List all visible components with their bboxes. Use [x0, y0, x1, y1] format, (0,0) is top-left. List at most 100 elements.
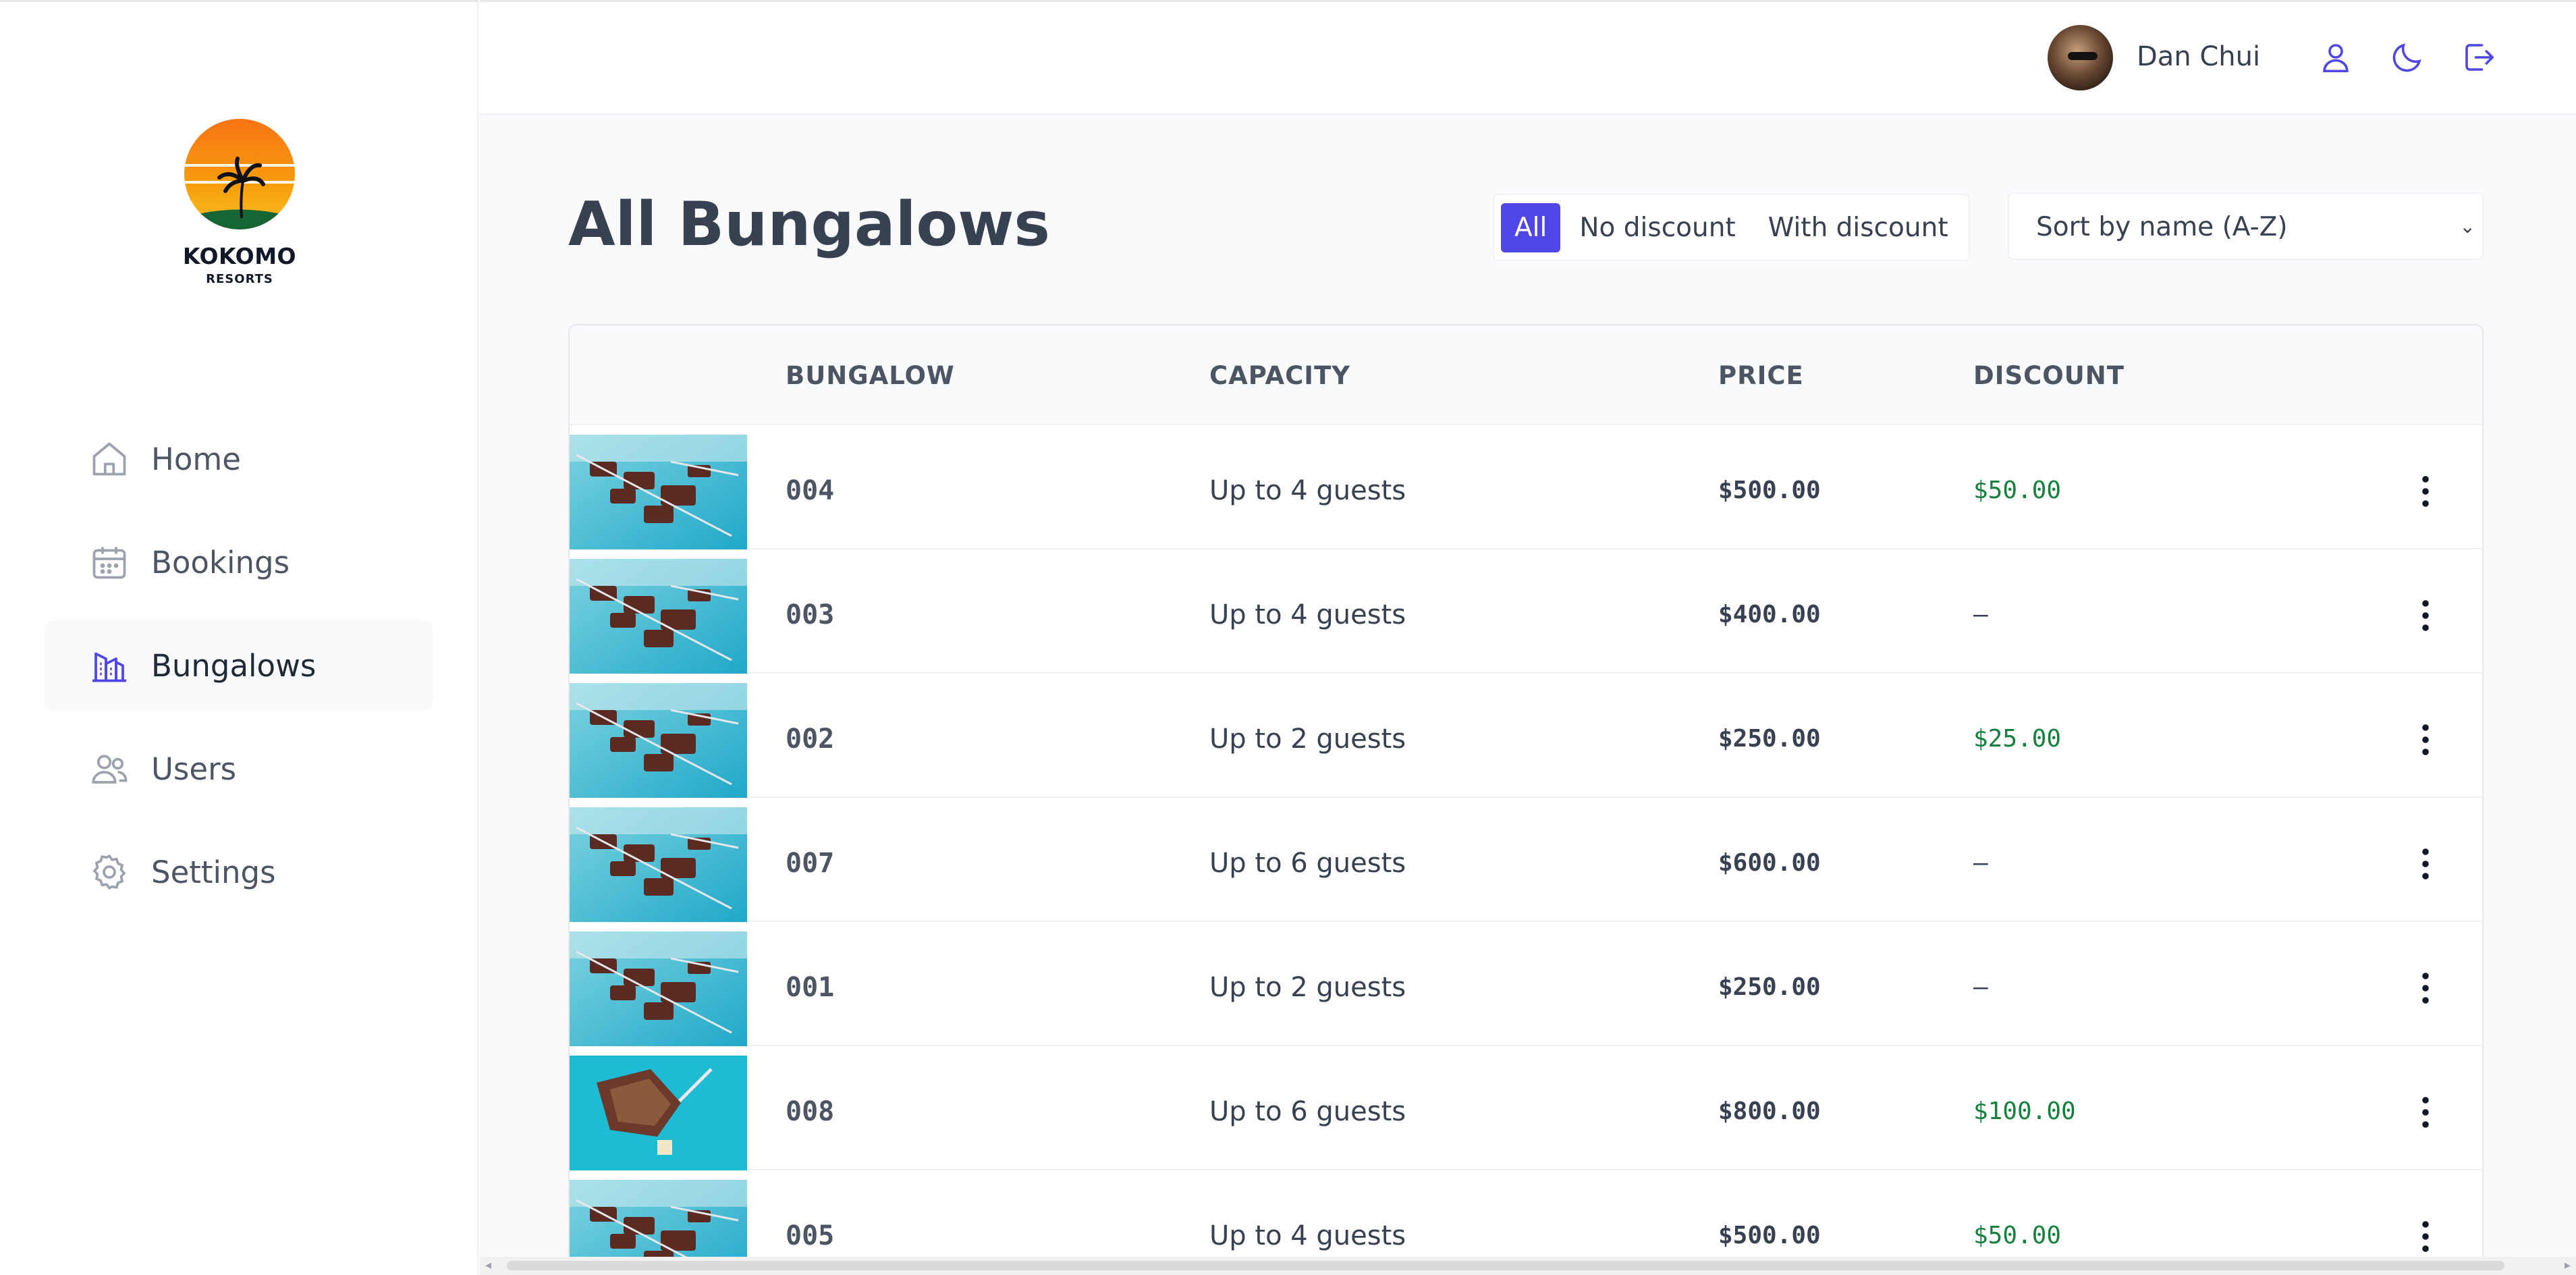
sidebar-item-home[interactable]: Home — [45, 414, 433, 504]
top-header: Dan Chui — [480, 0, 2576, 115]
sidebar-item-label: Settings — [151, 854, 276, 890]
chevron-down-icon: ⌄ — [2459, 215, 2475, 238]
sidebar: KOKOMO RESORTS Home Bookings Bungalows U… — [0, 0, 478, 1275]
sort-selected-value: Sort by name (A-Z) — [2036, 212, 2288, 242]
more-vertical-icon — [2422, 724, 2429, 755]
avatar[interactable] — [2048, 25, 2113, 90]
bungalow-capacity: Up to 4 guests — [1209, 475, 1406, 506]
more-vertical-icon — [2422, 973, 2429, 1004]
header-bungalow: BUNGALOW — [786, 361, 955, 390]
bungalow-capacity: Up to 6 guests — [1209, 848, 1406, 879]
brand-subtitle: RESORTS — [206, 272, 273, 286]
bungalow-image — [570, 1056, 747, 1176]
more-vertical-icon — [2422, 476, 2429, 507]
bungalow-price: $800.00 — [1718, 1097, 1821, 1125]
sidebar-item-bookings[interactable]: Bookings — [45, 517, 433, 607]
scroll-right-icon[interactable]: ▸ — [2565, 1258, 2571, 1272]
home-icon — [89, 439, 130, 479]
sidebar-item-label: Bookings — [151, 544, 290, 580]
discount-filter: All No discount With discount — [1493, 194, 1970, 261]
bungalow-image — [570, 807, 747, 927]
bungalow-capacity: Up to 4 guests — [1209, 599, 1406, 630]
bungalow-price: $500.00 — [1718, 477, 1821, 504]
bungalow-discount: — — [1973, 849, 1988, 877]
more-vertical-icon — [2422, 848, 2429, 879]
sidebar-item-users[interactable]: Users — [45, 724, 433, 814]
bungalow-discount: $25.00 — [1973, 725, 2062, 753]
table-row: 002 Up to 2 guests $250.00 $25.00 — [570, 674, 2482, 803]
header-capacity: CAPACITY — [1209, 361, 1351, 390]
filter-no-discount-button[interactable]: No discount — [1566, 203, 1749, 252]
bungalow-name: 003 — [786, 599, 835, 630]
page-title: All Bungalows — [568, 189, 1050, 260]
gear-icon — [89, 852, 130, 892]
bungalow-name: 004 — [786, 475, 835, 506]
bungalow-name: 005 — [786, 1220, 835, 1251]
brand-logo[interactable]: KOKOMO RESORTS — [182, 117, 297, 292]
scroll-left-icon[interactable]: ◂ — [485, 1258, 491, 1272]
more-vertical-icon — [2422, 1097, 2429, 1128]
bungalow-name: 001 — [786, 972, 835, 1003]
brand-name: KOKOMO — [182, 243, 297, 269]
bungalow-image — [570, 931, 747, 1052]
more-vertical-icon — [2422, 600, 2429, 631]
sidebar-item-settings[interactable]: Settings — [45, 827, 433, 917]
row-actions-button[interactable] — [2412, 968, 2439, 1008]
bungalow-capacity: Up to 2 guests — [1209, 724, 1406, 755]
sidebar-item-label: Home — [151, 441, 241, 477]
bungalow-discount: — — [1973, 601, 1988, 628]
bungalow-image — [570, 559, 747, 679]
sidebar-item-label: Users — [151, 751, 237, 787]
logout-icon — [2465, 44, 2494, 71]
row-actions-button[interactable] — [2412, 1216, 2439, 1257]
header-price: PRICE — [1718, 361, 1804, 390]
bungalow-discount: — — [1973, 973, 1988, 1001]
bungalow-price: $250.00 — [1718, 973, 1821, 1001]
bungalow-capacity: Up to 6 guests — [1209, 1096, 1406, 1127]
sort-select[interactable]: Sort by name (A-Z) ⌄ — [2008, 192, 2484, 260]
sidebar-nav: Home Bookings Bungalows Users Settings — [45, 414, 433, 930]
user-name: Dan Chui — [2137, 41, 2261, 72]
bungalow-discount: $100.00 — [1973, 1097, 2076, 1125]
bungalow-image — [570, 683, 747, 803]
bungalows-table: BUNGALOW CAPACITY PRICE DISCOUNT 004 Up t… — [568, 324, 2484, 1275]
scrollbar-thumb[interactable] — [507, 1261, 2504, 1270]
table-row: 007 Up to 6 guests $600.00 — — [570, 798, 2482, 927]
app-root: KOKOMO RESORTS Home Bookings Bungalows U… — [0, 0, 2576, 1275]
table-row: 008 Up to 6 guests $800.00 $100.00 — [570, 1046, 2482, 1176]
row-actions-button[interactable] — [2412, 471, 2439, 512]
avatar-glasses — [2068, 52, 2098, 60]
filter-all-button[interactable]: All — [1501, 202, 1561, 252]
account-button[interactable] — [2315, 37, 2356, 78]
moon-icon — [2392, 43, 2421, 72]
bungalow-image — [570, 435, 747, 555]
bungalow-discount: $50.00 — [1973, 477, 2062, 504]
row-actions-button[interactable] — [2412, 720, 2439, 760]
dark-mode-toggle[interactable] — [2387, 37, 2428, 78]
table-header: BUNGALOW CAPACITY PRICE DISCOUNT — [570, 325, 2482, 425]
building-icon — [89, 645, 130, 686]
horizontal-scrollbar[interactable]: ◂ ▸ — [480, 1257, 2576, 1275]
bungalow-name: 007 — [786, 848, 835, 879]
calendar-icon — [89, 542, 130, 582]
bungalow-name: 002 — [786, 724, 835, 755]
table-row: 001 Up to 2 guests $250.00 — — [570, 922, 2482, 1052]
bungalow-discount: $50.00 — [1973, 1222, 2062, 1249]
row-actions-button[interactable] — [2412, 595, 2439, 636]
table-row: 003 Up to 4 guests $400.00 — — [570, 549, 2482, 679]
header-discount: DISCOUNT — [1973, 361, 2125, 390]
row-actions-button[interactable] — [2412, 844, 2439, 884]
bungalow-price: $400.00 — [1718, 601, 1821, 628]
filter-with-discount-button[interactable]: With discount — [1755, 203, 1962, 252]
sidebar-item-label: Bungalows — [151, 647, 317, 684]
table-row: 004 Up to 4 guests $500.00 $50.00 — [570, 425, 2482, 555]
user-icon — [2323, 44, 2349, 73]
bungalow-name: 008 — [786, 1096, 835, 1127]
sidebar-item-bungalows[interactable]: Bungalows — [45, 620, 433, 711]
logout-button[interactable] — [2459, 37, 2499, 78]
row-actions-button[interactable] — [2412, 1092, 2439, 1133]
bungalow-capacity: Up to 2 guests — [1209, 972, 1406, 1003]
users-icon — [89, 749, 130, 789]
logo-icon — [184, 119, 295, 229]
bungalow-capacity: Up to 4 guests — [1209, 1220, 1406, 1251]
